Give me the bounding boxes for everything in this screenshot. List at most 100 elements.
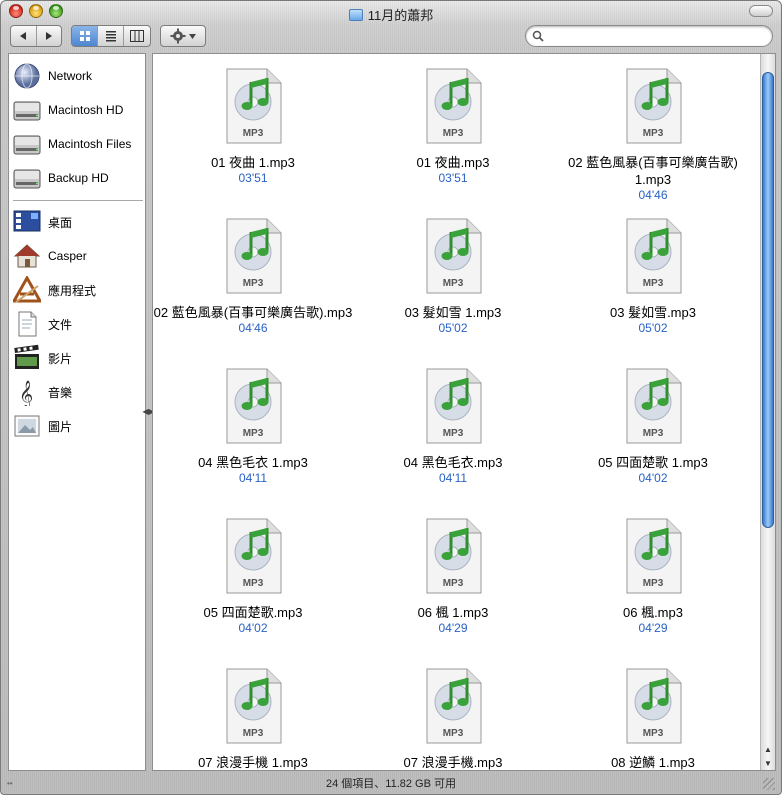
gear-icon [170,28,186,44]
list-view-button[interactable] [98,26,124,46]
nav-buttons [10,25,62,47]
icon-view-button[interactable] [72,26,99,46]
toolbar-toggle-button[interactable] [749,5,773,17]
sidebar-item-macintosh-files[interactable]: Macintosh Files [12,128,144,160]
splitter-handle[interactable]: ◀▶ [142,401,154,421]
file-name: 07 浪漫手機 1.mp3 [198,755,308,770]
split-grip-icon[interactable]: •• [7,779,17,789]
file-browser: MP3 01 夜曲 1.mp3 03'51 MP3 01 夜曲.mp3 03'51 MP3 0… [152,53,776,771]
finder-window: 11月的蕭邦 Network Macintosh HD Macintosh Fi… [0,0,782,795]
file-item[interactable]: MP3 04 黑色毛衣.mp3 04'11 [353,368,553,485]
window-title: 11月的蕭邦 [1,5,781,24]
mp3-file-icon[interactable]: MP3 [423,368,483,444]
sidebar-item-desktop[interactable]: 桌面 [12,206,144,238]
file-item[interactable]: MP3 03 髮如雪 1.mp3 05'02 [353,218,553,335]
sidebar-item-backup-hd[interactable]: Backup HD [12,162,144,194]
file-name: 02 藍色風暴(百事可樂廣告歌).mp3 [153,305,353,320]
vertical-scrollbar[interactable]: ▲ ▼ [760,54,775,770]
sidebar-item-network[interactable]: Network [12,60,144,92]
mp3-badge: MP3 [643,428,664,439]
sidebar-item-label: 桌面 [48,215,73,230]
search-input[interactable] [548,29,772,43]
file-item[interactable]: MP3 06 楓.mp3 04'29 [553,518,753,635]
file-duration: 03'51 [438,171,468,185]
mp3-file-icon[interactable]: MP3 [223,368,283,444]
file-name: 08 逆鱗 1.mp3 [611,755,695,770]
mp3-file-icon[interactable]: MP3 [423,518,483,594]
mp3-badge: MP3 [443,278,464,289]
mp3-badge: MP3 [243,428,264,439]
mp3-badge: MP3 [243,128,264,139]
file-item[interactable]: MP3 01 夜曲.mp3 03'51 [353,68,553,185]
mp3-badge: MP3 [243,578,264,589]
file-duration: 05'02 [638,321,668,335]
sidebar-item-macintosh-hd[interactable]: Macintosh HD [12,94,144,126]
file-item[interactable]: MP3 04 黑色毛衣 1.mp3 04'11 [153,368,353,485]
mp3-file-icon[interactable]: MP3 [623,518,683,594]
search-icon [532,30,544,42]
sidebar-item-music[interactable]: 𝄞 音樂 [12,376,144,408]
file-name: 01 夜曲 1.mp3 [211,155,295,170]
mp3-file-icon[interactable]: MP3 [623,668,683,744]
file-duration: 04'46 [238,321,268,335]
title-bar[interactable]: 11月的蕭邦 [1,1,781,23]
file-name: 06 楓.mp3 [623,605,683,620]
mp3-file-icon[interactable]: MP3 [623,368,683,444]
back-button[interactable] [11,26,37,46]
mp3-file-icon[interactable]: MP3 [223,218,283,294]
file-name: 04 黑色毛衣 1.mp3 [198,455,308,470]
file-item[interactable]: MP3 06 楓 1.mp3 04'29 [353,518,553,635]
file-item[interactable]: MP3 07 浪漫手機.mp3 [353,668,553,770]
file-duration: 04'29 [638,621,668,635]
sidebar-item-documents[interactable]: 文件 [12,308,144,340]
documents-icon [12,309,42,339]
file-item[interactable]: MP3 08 逆鱗 1.mp3 [553,668,753,770]
mp3-file-icon[interactable]: MP3 [423,218,483,294]
file-item[interactable]: MP3 07 浪漫手機 1.mp3 [153,668,353,770]
file-item[interactable]: MP3 05 四面楚歌 1.mp3 04'02 [553,368,753,485]
mp3-file-icon[interactable]: MP3 [223,68,283,144]
forward-button[interactable] [37,26,62,46]
applications-icon [12,275,42,305]
sidebar-item-movies[interactable]: 影片 [12,342,144,374]
file-item[interactable]: MP3 01 夜曲 1.mp3 03'51 [153,68,353,185]
mp3-file-icon[interactable]: MP3 [223,518,283,594]
mp3-badge: MP3 [643,278,664,289]
mp3-file-icon[interactable]: MP3 [423,68,483,144]
mp3-file-icon[interactable]: MP3 [223,668,283,744]
sidebar-item-applications[interactable]: 應用程式 [12,274,144,306]
list-view-icon [105,31,116,42]
file-name: 03 髮如雪 1.mp3 [404,305,502,320]
search-field[interactable] [525,25,773,47]
action-menu-button[interactable] [160,25,206,47]
resize-grip-icon[interactable] [763,778,775,790]
file-item[interactable]: MP3 05 四面楚歌.mp3 04'02 [153,518,353,635]
file-duration: 04'11 [238,471,268,485]
file-duration: 04'02 [238,621,268,635]
file-duration: 05'02 [438,321,468,335]
scroll-up-arrow[interactable]: ▲ [761,742,775,756]
sidebar-item-home[interactable]: Casper [12,240,144,272]
action-menu-inner [161,26,205,46]
column-view-button[interactable] [124,26,150,46]
file-name: 06 楓 1.mp3 [417,605,489,620]
sidebar-item-pictures[interactable]: 圖片 [12,410,144,442]
mp3-file-icon[interactable]: MP3 [623,68,683,144]
desktop-icon [12,207,42,237]
file-item[interactable]: MP3 02 藍色風暴(百事可樂廣告歌) 1.mp3 04'46 [553,68,753,202]
scroll-thumb[interactable] [762,72,774,528]
file-item[interactable]: MP3 03 髮如雪.mp3 05'02 [553,218,753,335]
scroll-down-arrow[interactable]: ▼ [761,756,775,770]
mp3-file-icon[interactable]: MP3 [623,218,683,294]
file-duration: 04'02 [638,471,668,485]
mp3-badge: MP3 [443,578,464,589]
hard-disk-icon [12,95,42,125]
back-arrow-icon [20,32,27,40]
file-name: 02 藍色風暴(百事可樂廣告歌) 1.mp3 [568,155,738,187]
mp3-badge: MP3 [443,428,464,439]
sidebar-item-label: Macintosh HD [48,103,124,117]
file-item[interactable]: MP3 02 藍色風暴(百事可樂廣告歌).mp3 04'46 [153,218,353,335]
view-mode-buttons [71,25,151,47]
file-duration: 04'11 [438,471,468,485]
mp3-file-icon[interactable]: MP3 [423,668,483,744]
